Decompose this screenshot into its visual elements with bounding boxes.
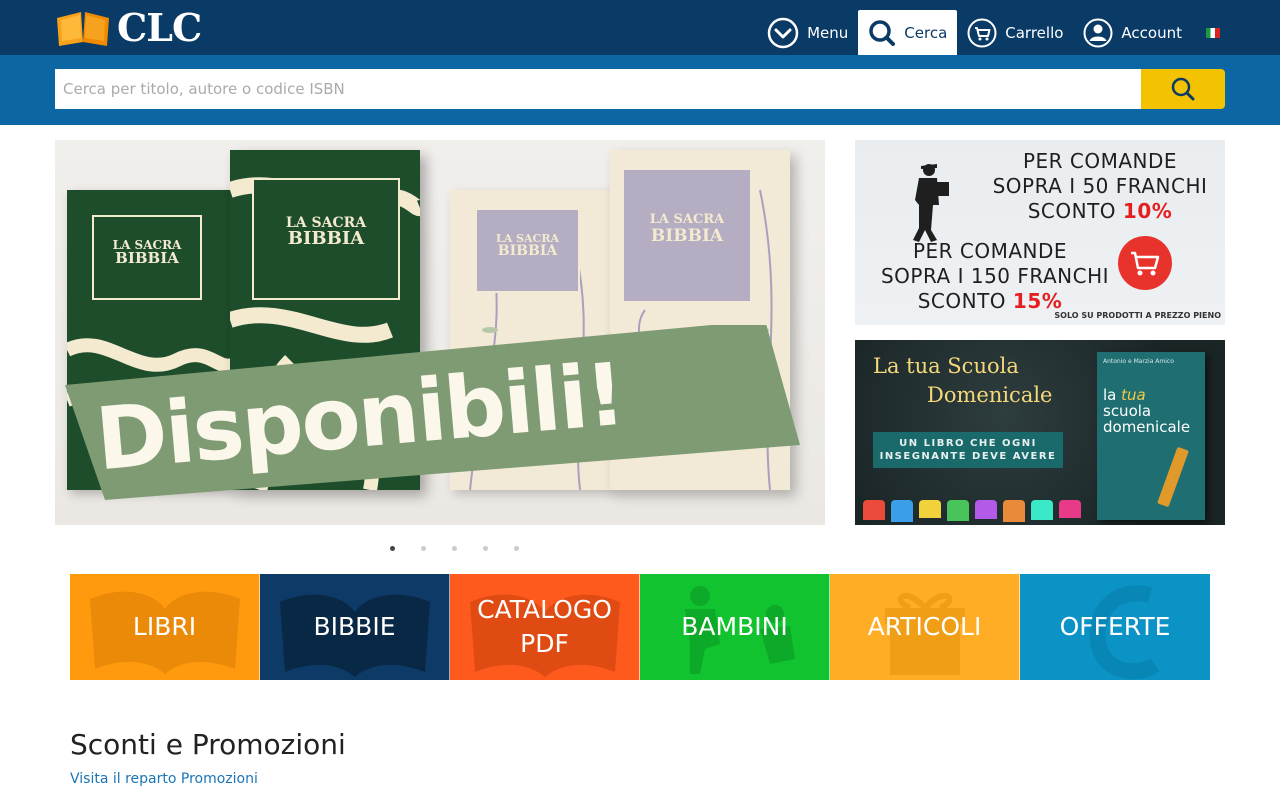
promo2-tagline-box: UN LIBRO CHE OGNI INSEGNANTE DEVE AVERE (873, 432, 1063, 468)
carousel-dots (390, 546, 519, 551)
hero-headline-sticker: Disponibili! (65, 320, 805, 500)
delivery-man-icon (913, 164, 949, 242)
main-nav: Menu Cerca Carrello Account (757, 10, 1280, 55)
account-button[interactable]: Account (1073, 10, 1192, 55)
carousel-dot-5[interactable] (514, 546, 519, 551)
carousel-dot-1[interactable] (390, 546, 395, 551)
category-catalogo-label-line1: CATALOGO (477, 595, 612, 624)
promo1-line5: SOPRA I 150 FRANCHI (880, 264, 1110, 288)
promo1-discount-15: 15% (1012, 289, 1063, 313)
cart-label: Carrello (1005, 23, 1064, 42)
search-icon (869, 19, 896, 46)
book-title-line2: BIBBIA (497, 243, 558, 259)
category-offerte[interactable]: OFFERTE (1020, 574, 1210, 680)
cart-icon (1118, 236, 1172, 290)
category-bibbie[interactable]: BIBBIE (260, 574, 450, 680)
search-tab-button[interactable]: Cerca (858, 10, 958, 55)
promo2-title-line2: Domenicale (927, 383, 1053, 407)
promo2-title-line1: La tua Scuola (873, 354, 1019, 378)
carousel-dot-2[interactable] (421, 546, 426, 551)
user-icon (1083, 18, 1113, 47)
search-tab-label: Cerca (904, 23, 948, 42)
promo1-line3-prefix: SCONTO (1027, 199, 1123, 223)
promo2-tagline-line2: INSEGNANTE DEVE AVERE (879, 451, 1057, 462)
promo2-tagline-line1: UN LIBRO CHE OGNI (899, 438, 1037, 449)
top-header: CLC Menu Cerca Carrello Account (0, 0, 1280, 55)
category-catalogo-label-line2: PDF (520, 629, 569, 658)
search-icon (1171, 77, 1195, 101)
book-title-line2: BIBBIA (115, 249, 179, 267)
category-bambini-label: BAMBINI (681, 612, 788, 641)
cart-icon (967, 18, 997, 47)
promo1-line4: PER COMANDE (912, 239, 1068, 263)
chevron-circle-icon (767, 17, 799, 48)
book-title-line1: LA SACRA (649, 212, 725, 227)
promo1-line1: PER COMANDE (1022, 149, 1178, 173)
logo-text: CLC (117, 5, 202, 50)
promo1-discount-10: 10% (1122, 199, 1173, 223)
search-bar (0, 55, 1280, 125)
category-tiles: LIBRI BIBBIE CATALOGO PDF BAMBINI ARTICO… (70, 574, 1210, 680)
chalk-decoration (855, 500, 1225, 525)
promotions-link[interactable]: Visita il reparto Promozioni (70, 771, 258, 787)
promo1-line6: SCONTO 15% (885, 289, 1095, 313)
search-submit-button[interactable] (1141, 69, 1225, 109)
section-title: Sconti e Promozioni (70, 728, 346, 761)
category-libri-label: LIBRI (132, 612, 197, 641)
promo1-note: SOLO SU PRODOTTI A PREZZO PIENO (1054, 311, 1221, 320)
sunday-school-promo-banner[interactable]: La tua Scuola Domenicale UN LIBRO CHE OG… (855, 340, 1225, 525)
search-input[interactable] (55, 69, 1141, 109)
book-title-line2: BIBBIA (287, 228, 365, 249)
promo1-line6-prefix: SCONTO (917, 289, 1013, 313)
menu-label: Menu (807, 23, 849, 42)
book-title-line2: BIBBIA (650, 226, 724, 246)
category-bambini[interactable]: BAMBINI (640, 574, 830, 680)
clc-logo[interactable]: CLC (55, 5, 202, 50)
menu-button[interactable]: Menu (757, 10, 858, 55)
book-logo-icon (55, 10, 111, 46)
carousel-dot-4[interactable] (483, 546, 488, 551)
discount-promo-banner[interactable]: PER COMANDE SOPRA I 50 FRANCHI SCONTO 10… (855, 140, 1225, 325)
promo1-line2: SOPRA I 50 FRANCHI (992, 174, 1208, 198)
category-libri[interactable]: LIBRI (70, 574, 260, 680)
promo1-line3: SCONTO 10% (995, 199, 1205, 223)
account-label: Account (1121, 23, 1182, 42)
carousel-dot-3[interactable] (452, 546, 457, 551)
category-catalogo-pdf[interactable]: CATALOGO PDF (450, 574, 640, 680)
category-articoli[interactable]: ARTICOLI (830, 574, 1020, 680)
cart-button[interactable]: Carrello (957, 10, 1073, 55)
category-bibbie-label: BIBBIE (313, 612, 396, 641)
category-catalogo-pdf-label: CATALOGO PDF (477, 593, 612, 661)
hero-carousel-slide[interactable]: LA SACRA BIBBIA LA SACRA BIBBIA LA SACRA… (55, 140, 825, 525)
flag-italy-icon[interactable] (1206, 27, 1220, 38)
category-articoli-label: ARTICOLI (867, 612, 982, 641)
promo2-book-image: Antonio e Marzia Amico la tua scuola dom… (1097, 352, 1205, 520)
promo2-book-authors: Antonio e Marzia Amico (1103, 358, 1174, 365)
promo2-book-title-domenicale: domenicale (1103, 418, 1191, 436)
category-offerte-label: OFFERTE (1059, 612, 1171, 641)
